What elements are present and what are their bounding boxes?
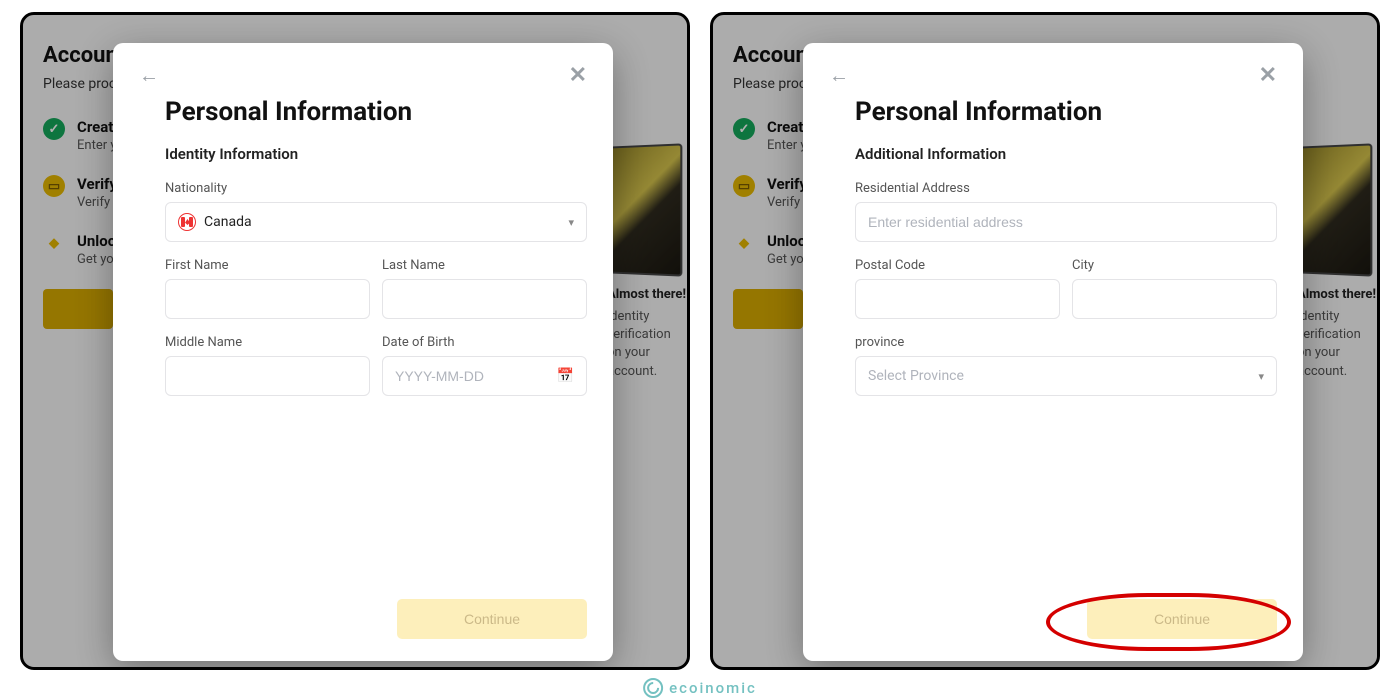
- screenshot-left: Account Please proceed ✓ Create Enter yo…: [20, 12, 690, 670]
- chevron-down-icon: ▾: [1258, 370, 1264, 383]
- back-arrow-icon[interactable]: ←: [829, 63, 849, 88]
- modal-personal-info: ← ✕ Personal Information Identity Inform…: [113, 43, 613, 661]
- province-label: province: [855, 335, 1277, 350]
- section-label: Additional Information: [855, 145, 1277, 163]
- watermark-logo-icon: [643, 678, 663, 698]
- dob-label: Date of Birth: [382, 335, 587, 350]
- modal-heading: Personal Information: [855, 97, 1277, 127]
- province-placeholder: Select Province: [868, 368, 964, 384]
- back-arrow-icon[interactable]: ←: [139, 63, 159, 88]
- modal-additional-info: ← ✕ Personal Information Additional Info…: [803, 43, 1303, 661]
- screenshot-right: Account Please proceed ✓ Create Enter yo…: [710, 12, 1380, 670]
- city-label: City: [1072, 258, 1277, 273]
- postal-input[interactable]: [855, 279, 1060, 319]
- middle-name-label: Middle Name: [165, 335, 370, 350]
- continue-button[interactable]: Continue: [397, 599, 587, 639]
- nationality-select[interactable]: Canada ▾: [165, 202, 587, 242]
- dob-input[interactable]: 📅: [382, 356, 587, 396]
- modal-heading: Personal Information: [165, 97, 587, 127]
- canada-flag-icon: [178, 213, 196, 231]
- section-label: Identity Information: [165, 145, 587, 163]
- close-icon[interactable]: ✕: [569, 63, 587, 88]
- continue-button[interactable]: Continue: [1087, 599, 1277, 639]
- first-name-label: First Name: [165, 258, 370, 273]
- calendar-icon: 📅: [557, 368, 574, 384]
- middle-name-input[interactable]: [165, 356, 370, 396]
- address-input[interactable]: [855, 202, 1277, 242]
- last-name-label: Last Name: [382, 258, 587, 273]
- nationality-value: Canada: [204, 214, 252, 230]
- last-name-input[interactable]: [382, 279, 587, 319]
- chevron-down-icon: ▾: [568, 216, 574, 229]
- address-label: Residential Address: [855, 181, 1277, 196]
- postal-label: Postal Code: [855, 258, 1060, 273]
- close-icon[interactable]: ✕: [1259, 63, 1277, 88]
- nationality-label: Nationality: [165, 181, 587, 196]
- city-input[interactable]: [1072, 279, 1277, 319]
- watermark-text: ecoinomic: [669, 679, 757, 697]
- watermark: ecoinomic: [643, 678, 757, 698]
- province-select[interactable]: Select Province ▾: [855, 356, 1277, 396]
- first-name-input[interactable]: [165, 279, 370, 319]
